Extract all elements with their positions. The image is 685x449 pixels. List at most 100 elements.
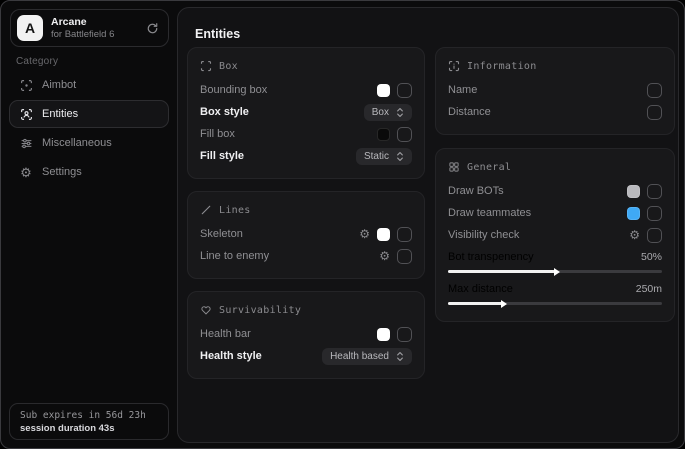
setting-label: Max distance xyxy=(448,283,513,295)
general-card: General Draw BOTs Draw teammates xyxy=(435,148,675,322)
app-window: A Arcane for Battlefield 6 Category Aimb… xyxy=(0,0,685,449)
checkbox[interactable] xyxy=(397,83,412,98)
survivability-card: Survivability Health bar Health style He… xyxy=(187,291,425,379)
chevron-up-down-icon xyxy=(396,351,404,362)
dropdown-value: Health based xyxy=(330,351,389,362)
fill-style-dropdown[interactable]: Static xyxy=(356,148,412,165)
sidebar-item-label: Settings xyxy=(42,166,82,178)
color-swatch[interactable] xyxy=(627,207,640,220)
information-card: Information Name Distance xyxy=(435,47,675,135)
setting-row: Distance xyxy=(448,101,662,123)
setting-row: Fill style Static xyxy=(200,145,412,167)
gear-icon: ⚙ xyxy=(19,166,33,179)
checkbox[interactable] xyxy=(397,249,412,264)
color-swatch[interactable] xyxy=(377,328,390,341)
box-style-dropdown[interactable]: Box xyxy=(364,104,412,121)
session-duration-text: session duration 43s xyxy=(20,423,158,434)
card-title: General xyxy=(467,162,511,173)
sub-expiry-text: Sub expires in 56d 23h xyxy=(20,410,158,421)
left-column: Box Bounding box Box style Box xyxy=(187,47,425,379)
setting-label: Health style xyxy=(200,350,262,362)
slider-track[interactable] xyxy=(448,302,662,305)
sidebar-item-label: Miscellaneous xyxy=(42,137,112,149)
line-icon xyxy=(200,204,212,216)
checkbox[interactable] xyxy=(647,206,662,221)
gear-icon[interactable]: ⚙ xyxy=(359,228,370,240)
main-panel: Entities Box Bounding box xyxy=(177,7,679,443)
category-label: Category xyxy=(16,56,58,67)
brand-card: A Arcane for Battlefield 6 xyxy=(10,9,169,47)
bot-transparency-slider-row: Bot transpenency 50% xyxy=(448,246,662,278)
checkbox[interactable] xyxy=(647,228,662,243)
setting-row: Health style Health based xyxy=(200,345,412,367)
setting-label: Bounding box xyxy=(200,84,267,96)
setting-row: Fill box xyxy=(200,123,412,145)
max-distance-slider-row: Max distance 250m xyxy=(448,278,662,310)
gear-icon[interactable]: ⚙ xyxy=(379,250,390,262)
setting-label: Bot transpenency xyxy=(448,251,534,263)
checkbox[interactable] xyxy=(647,105,662,120)
general-card-header: General xyxy=(448,161,662,173)
slider-thumb[interactable] xyxy=(501,300,507,308)
checkbox[interactable] xyxy=(647,184,662,199)
sidebar: A Arcane for Battlefield 6 Category Aimb… xyxy=(1,1,177,448)
chevron-up-down-icon xyxy=(396,151,404,162)
slider-track[interactable] xyxy=(448,270,662,273)
refresh-icon[interactable] xyxy=(146,22,159,35)
box-icon xyxy=(200,60,212,72)
slider-fill xyxy=(448,302,502,305)
sidebar-item-settings[interactable]: ⚙ Settings xyxy=(9,158,169,186)
app-name: Arcane xyxy=(51,16,114,28)
slider-thumb[interactable] xyxy=(554,268,560,276)
brand-text: Arcane for Battlefield 6 xyxy=(51,16,114,40)
checkbox[interactable] xyxy=(397,227,412,242)
setting-row: Line to enemy ⚙ xyxy=(200,245,412,267)
heart-icon xyxy=(200,304,212,316)
sliders-icon xyxy=(19,137,33,150)
setting-label: Fill box xyxy=(200,128,235,140)
sidebar-nav: Aimbot Entities Miscellaneous ⚙ Settings xyxy=(9,71,169,186)
color-swatch[interactable] xyxy=(377,128,390,141)
setting-row: Bounding box xyxy=(200,79,412,101)
setting-row: Health bar xyxy=(200,323,412,345)
checkbox[interactable] xyxy=(397,127,412,142)
page-title: Entities xyxy=(195,27,240,41)
color-swatch[interactable] xyxy=(377,84,390,97)
card-title: Box xyxy=(219,61,238,72)
sidebar-item-miscellaneous[interactable]: Miscellaneous xyxy=(9,129,169,157)
setting-label: Health bar xyxy=(200,328,251,340)
crosshair-icon xyxy=(19,79,33,92)
setting-row: Skeleton ⚙ xyxy=(200,223,412,245)
sidebar-item-aimbot[interactable]: Aimbot xyxy=(9,71,169,99)
setting-row: Visibility check ⚙ xyxy=(448,224,662,246)
setting-label: Line to enemy xyxy=(200,250,269,262)
setting-label: Visibility check xyxy=(448,229,519,241)
card-title: Information xyxy=(467,61,537,72)
lines-card: Lines Skeleton ⚙ Line to enemy ⚙ xyxy=(187,191,425,279)
sidebar-item-label: Aimbot xyxy=(42,79,76,91)
survivability-card-header: Survivability xyxy=(200,304,412,316)
color-swatch[interactable] xyxy=(377,228,390,241)
setting-label: Skeleton xyxy=(200,228,243,240)
health-style-dropdown[interactable]: Health based xyxy=(322,348,412,365)
setting-label: Distance xyxy=(448,106,491,118)
information-card-header: Information xyxy=(448,60,662,72)
card-title: Survivability xyxy=(219,305,301,316)
right-column: Information Name Distance General xyxy=(435,47,675,322)
card-title: Lines xyxy=(219,205,251,216)
color-swatch[interactable] xyxy=(627,185,640,198)
subscription-info: Sub expires in 56d 23h session duration … xyxy=(9,403,169,440)
setting-row: Draw teammates xyxy=(448,202,662,224)
setting-label: Draw BOTs xyxy=(448,185,504,197)
checkbox[interactable] xyxy=(647,83,662,98)
grid-icon xyxy=(448,161,460,173)
setting-row: Draw BOTs xyxy=(448,180,662,202)
slider-value: 50% xyxy=(641,251,662,263)
chevron-up-down-icon xyxy=(396,107,404,118)
checkbox[interactable] xyxy=(397,327,412,342)
sidebar-item-entities[interactable]: Entities xyxy=(9,100,169,128)
setting-row: Name xyxy=(448,79,662,101)
gear-icon[interactable]: ⚙ xyxy=(629,229,640,241)
setting-label: Fill style xyxy=(200,150,244,162)
sidebar-item-label: Entities xyxy=(42,108,78,120)
